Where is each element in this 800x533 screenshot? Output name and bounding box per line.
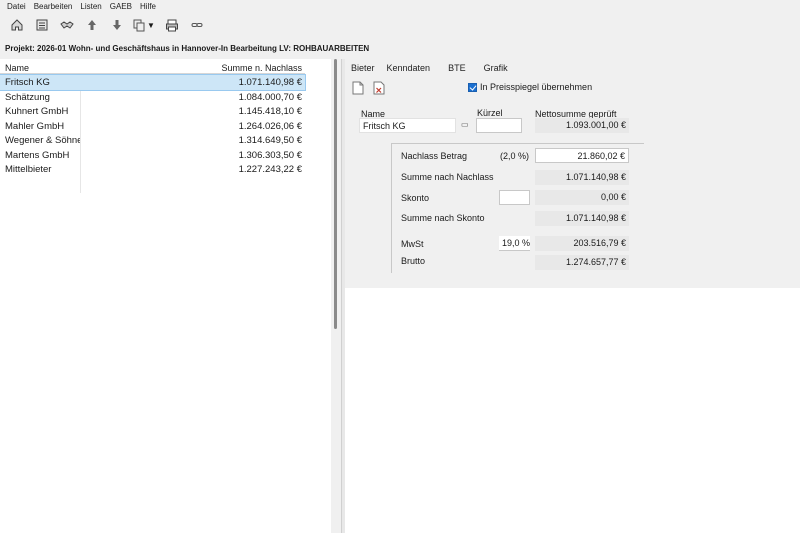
list-item[interactable]: Mahler GmbH 1.264.026,06 € (0, 119, 305, 134)
bidder-sum: 1.314.649,50 € (238, 135, 302, 146)
home-icon (11, 19, 22, 31)
link-icon (191, 23, 202, 27)
bieter-tab-content: In Preisspiegel übernehmen Name Kürzel N… (345, 76, 800, 288)
tab-bte[interactable]: BTE (442, 61, 472, 76)
bidder-sum: 1.071.140,98 € (238, 77, 302, 88)
tab-bar: Bieter Kenndaten BTE Grafik (345, 59, 800, 76)
move-up-button[interactable] (81, 15, 102, 35)
brutto-value: 1.274.657,77 € (535, 255, 629, 270)
print-icon (165, 19, 178, 32)
bidder-list: Name Summe n. Nachlass Fritsch KG 1.071.… (0, 59, 331, 533)
summe-nachlass-label: Summe nach Nachlass (401, 172, 494, 182)
mwst-value: 203.516,79 € (535, 236, 629, 251)
handshake-button[interactable] (56, 15, 77, 35)
bidder-sum: 1.084.000,70 € (238, 91, 302, 103)
menu-hilfe[interactable]: Hilfe (136, 0, 160, 13)
kuerzel-label: Kürzel (477, 108, 503, 118)
bidder-name: Schätzung (5, 91, 50, 103)
project-title: Projekt: 2026-01 Wohn- und Geschäftshaus… (5, 44, 370, 53)
column-header-sum[interactable]: Summe n. Nachlass (221, 63, 302, 73)
handshake-icon (59, 21, 74, 29)
tab-bieter[interactable]: Bieter (345, 61, 381, 76)
arrow-down-icon (112, 20, 121, 30)
tab-kenndaten[interactable]: Kenndaten (381, 61, 437, 76)
list-item[interactable]: Wegener & Söhne 1.314.649,50 € (0, 133, 305, 148)
menu-datei[interactable]: Datei (3, 0, 30, 13)
new-document-icon[interactable] (352, 81, 364, 95)
menu-bearbeiten[interactable]: Bearbeiten (30, 0, 77, 13)
skonto-label: Skonto (401, 193, 430, 203)
summe-skonto-value: 1.071.140,98 € (535, 211, 629, 226)
bidder-sum: 1.227.243,22 € (238, 164, 302, 175)
tab-grafik[interactable]: Grafik (478, 61, 514, 76)
scrollbar-thumb[interactable] (334, 59, 337, 329)
name-field[interactable]: Fritsch KG (359, 118, 456, 133)
home-button[interactable] (6, 15, 27, 35)
mwst-percent-field[interactable]: 19,0 % (499, 236, 530, 251)
skonto-percent-field[interactable] (499, 190, 530, 205)
preisspiegel-label: In Preisspiegel übernehmen (480, 82, 593, 92)
bidder-name: Mittelbieter (5, 164, 52, 175)
list-icon (36, 19, 47, 31)
kuerzel-field[interactable] (476, 118, 522, 133)
link-button[interactable] (186, 15, 207, 35)
list-item[interactable]: Martens GmbH 1.306.303,50 € (0, 148, 305, 163)
copy-icon (133, 19, 145, 32)
checkbox-checked-icon[interactable] (468, 82, 477, 92)
detail-pane: Bieter Kenndaten BTE Grafik In Preisspie… (345, 59, 800, 533)
bidder-sum: 1.264.026,06 € (238, 120, 302, 132)
nachlass-amount-field[interactable]: 21.860,02 € (535, 148, 629, 163)
list-header: Name Summe n. Nachlass (0, 59, 305, 74)
skonto-value: 0,00 € (535, 190, 629, 205)
list-item[interactable]: Mittelbieter 1.227.243,22 € (0, 162, 305, 177)
list-item[interactable]: Kuhnert GmbH 1.145.418,10 € (0, 104, 305, 119)
list-rows: Fritsch KG 1.071.140,98 € Schätzung 1.08… (0, 74, 306, 193)
bidder-name: Mahler GmbH (5, 120, 65, 132)
toolbar: ▼ (0, 13, 800, 37)
bidder-sum: 1.145.418,10 € (238, 106, 302, 117)
nachlass-label: Nachlass Betrag (401, 151, 468, 161)
bidder-name: Kuhnert GmbH (5, 106, 69, 117)
list-item[interactable]: Fritsch KG 1.071.140,98 € (0, 74, 306, 91)
vertical-scrollbar[interactable] (331, 59, 341, 533)
arrow-up-icon (87, 20, 96, 30)
bidder-name: Fritsch KG (5, 77, 50, 88)
summe-nachlass-value: 1.071.140,98 € (535, 170, 629, 185)
summe-skonto-label: Summe nach Skonto (401, 213, 485, 223)
list-item[interactable]: Schätzung 1.084.000,70 € (0, 90, 305, 105)
chevron-down-icon: ▼ (147, 20, 155, 30)
folder-icon[interactable]: ▭ (461, 120, 469, 129)
move-down-button[interactable] (106, 15, 127, 35)
netto-value: 1.093.001,00 € (535, 118, 629, 133)
print-button[interactable] (161, 15, 182, 35)
list-button[interactable] (31, 15, 52, 35)
menu-bar: Datei Bearbeiten Listen GAEB Hilfe (0, 0, 800, 13)
copy-dropdown-button[interactable]: ▼ (131, 15, 157, 35)
preisspiegel-checkbox[interactable]: In Preisspiegel übernehmen (468, 82, 592, 92)
menu-listen[interactable]: Listen (76, 0, 105, 13)
bidder-name: Wegener & Söhne (5, 135, 80, 146)
bidder-sum: 1.306.303,50 € (238, 149, 302, 161)
delete-document-icon[interactable] (373, 81, 385, 95)
column-header-name[interactable]: Name (5, 63, 29, 73)
mwst-label: MwSt (401, 239, 424, 249)
menu-gaeb[interactable]: GAEB (106, 0, 136, 13)
brutto-label: Brutto (401, 256, 426, 266)
nachlass-percent: (2,0 %) (500, 151, 530, 161)
bidder-name: Martens GmbH (5, 149, 70, 161)
